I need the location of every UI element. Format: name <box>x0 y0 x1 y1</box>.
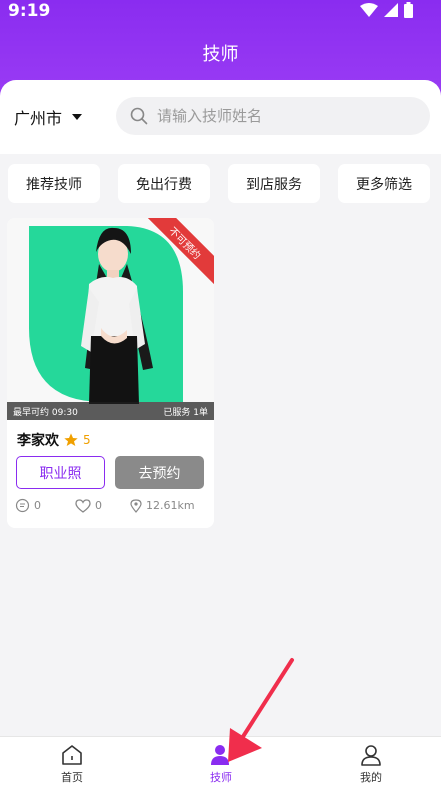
page-title: 技师 <box>202 44 239 65</box>
likes-stat[interactable]: 0 <box>75 498 102 513</box>
wifi-icon <box>360 3 378 17</box>
status-time: 9:19 <box>8 1 51 21</box>
home-icon <box>62 745 82 765</box>
chip-in-store[interactable]: 到店服务 <box>228 164 320 203</box>
chip-recommended[interactable]: 推荐技师 <box>8 164 100 203</box>
chip-more-filters[interactable]: 更多筛选 <box>338 164 430 203</box>
comments-count: 0 <box>34 499 41 512</box>
rating-value: 5 <box>83 433 91 447</box>
star-icon <box>64 433 78 446</box>
technician-photo[interactable]: 不可预约 最早可约 09:30 已服务 1单 <box>7 218 214 420</box>
technician-icon <box>211 745 229 765</box>
status-icons <box>360 0 413 20</box>
comment-icon <box>15 498 30 513</box>
user-icon <box>361 745 381 766</box>
tab-mine-label: 我的 <box>360 771 382 784</box>
city-label: 广州市 <box>14 109 63 128</box>
technician-card[interactable]: 不可预约 最早可约 09:30 已服务 1单 李家欢 5 职业照 去预约 0 0… <box>7 218 214 528</box>
technician-name: 李家欢 <box>17 433 59 449</box>
search-icon <box>130 107 148 125</box>
name-row: 李家欢 5 <box>17 430 91 450</box>
served-count: 已服务 1单 <box>163 407 208 418</box>
likes-count: 0 <box>95 499 102 512</box>
battery-icon <box>404 2 413 18</box>
stats-row: 0 0 12.61km <box>15 498 210 513</box>
tab-technicians-label: 技师 <box>210 771 232 784</box>
tab-home[interactable]: 首页 <box>32 743 112 785</box>
chip-free-travel[interactable]: 免出行费 <box>118 164 210 203</box>
tab-mine[interactable]: 我的 <box>331 743 411 785</box>
book-button[interactable]: 去预约 <box>115 456 204 489</box>
photo-info-bar: 最早可约 09:30 已服务 1单 <box>7 402 214 420</box>
tab-bar: 首页 技师 我的 <box>0 736 441 789</box>
caret-down-icon <box>72 114 83 120</box>
filter-panel: 广州市 <box>0 80 441 154</box>
tab-home-label: 首页 <box>61 771 83 784</box>
license-photo-button[interactable]: 职业照 <box>16 456 105 489</box>
tab-technicians[interactable]: 技师 <box>181 743 261 785</box>
city-selector[interactable]: 广州市 <box>14 105 83 129</box>
heart-icon <box>75 498 91 513</box>
comments-stat: 0 <box>15 498 41 513</box>
earliest-time: 最早可约 09:30 <box>13 407 78 418</box>
location-pin-icon <box>130 498 142 513</box>
search-bar[interactable] <box>116 97 430 135</box>
distance-stat: 12.61km <box>130 498 195 513</box>
distance-value: 12.61km <box>146 499 195 512</box>
filter-chips: 推荐技师 免出行费 到店服务 更多筛选 <box>8 164 430 203</box>
signal-icon <box>384 3 398 17</box>
search-input[interactable] <box>157 107 397 125</box>
